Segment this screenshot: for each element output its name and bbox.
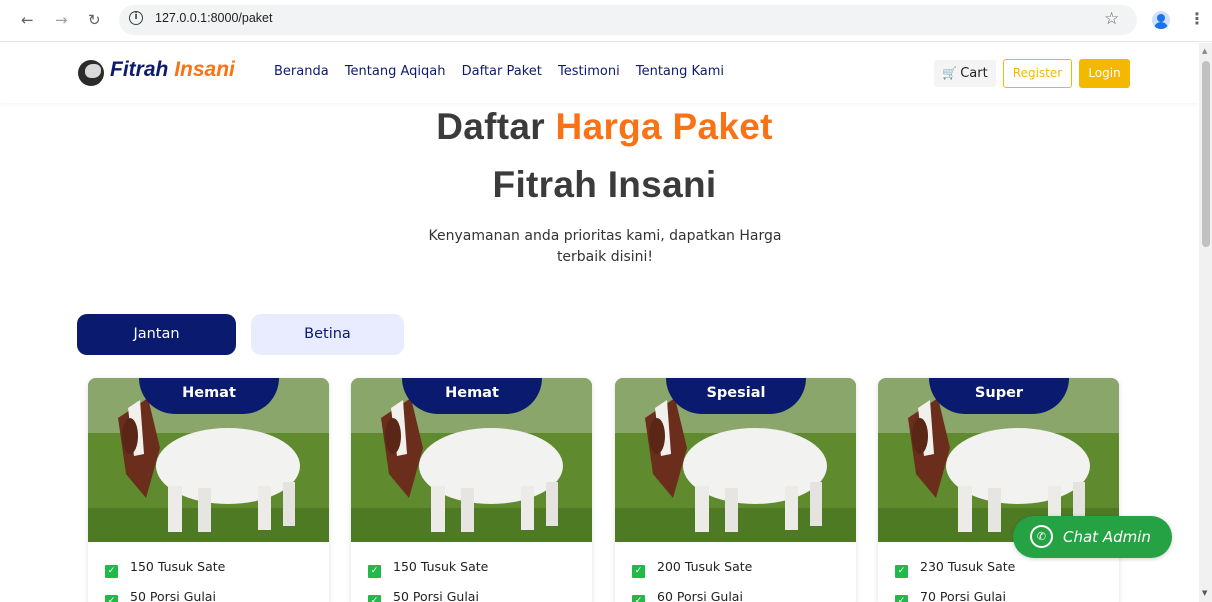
register-button[interactable]: Register	[1003, 59, 1072, 88]
package-badge: Super	[929, 378, 1069, 414]
back-icon[interactable]: ←	[21, 11, 34, 29]
checkbox-icon: ✓	[105, 595, 118, 602]
feature-item: ✓ 60 Porsi Gulai	[632, 589, 743, 602]
package-card[interactable]: Hemat ✓ 150 Tusuk Sate ✓ 50 Porsi Gulai	[351, 378, 592, 602]
logo-image[interactable]	[78, 60, 104, 86]
goat-photo: Hemat	[351, 378, 592, 542]
scroll-down-arrow-icon[interactable]: ▼	[1202, 589, 1207, 597]
address-bar[interactable]: i 127.0.0.1:8000/paket	[119, 5, 1137, 35]
page-title-dark: Daftar	[436, 106, 545, 147]
goat-photo: Hemat	[88, 378, 329, 542]
cart-label: Cart	[960, 66, 988, 81]
brand-name-part2: Insani	[174, 58, 235, 81]
nav-link-tentang-aqiqah[interactable]: Tentang Aqiqah	[345, 64, 446, 79]
login-button[interactable]: Login	[1079, 59, 1130, 88]
nav-link-beranda[interactable]: Beranda	[274, 64, 329, 79]
package-badge: Hemat	[139, 378, 279, 414]
browser-toolbar: ← → ↻ i 127.0.0.1:8000/paket ☆ ⋮	[0, 0, 1212, 42]
brand-logo[interactable]: Fitrah Insani	[110, 58, 235, 82]
site-navbar: Fitrah Insani Beranda Tentang Aqiqah Daf…	[0, 43, 1199, 103]
profile-icon[interactable]	[1152, 11, 1170, 29]
subtitle-line1: Kenyamanan anda prioritas kami, dapatkan…	[428, 228, 782, 244]
page-title-orange: Harga Paket	[555, 106, 773, 147]
cart-icon: 🛒	[942, 66, 958, 80]
package-card[interactable]: Spesial ✓ 200 Tusuk Sate ✓ 60 Porsi Gulai	[615, 378, 856, 602]
tab-jantan[interactable]: Jantan	[77, 314, 236, 355]
feature-item: ✓ 50 Porsi Gulai	[368, 589, 479, 602]
checkbox-icon: ✓	[105, 565, 118, 578]
feature-item: ✓ 230 Tusuk Sate	[895, 559, 1015, 578]
checkbox-icon: ✓	[368, 595, 381, 602]
page-title-line2: Fitrah Insani	[492, 164, 717, 205]
url-text[interactable]: 127.0.0.1:8000/paket	[155, 11, 272, 25]
nav-menu: Beranda Tentang Aqiqah Daftar Paket Test…	[274, 64, 736, 79]
whatsapp-icon: ✆	[1030, 525, 1053, 548]
chat-admin-button[interactable]: ✆ Chat Admin	[1013, 516, 1172, 558]
cart-button[interactable]: 🛒 Cart	[934, 60, 996, 87]
feature-item: ✓ 200 Tusuk Sate	[632, 559, 752, 578]
package-card[interactable]: Super ✓ 230 Tusuk Sate ✓ 70 Porsi Gulai	[878, 378, 1119, 602]
forward-icon[interactable]: →	[55, 11, 68, 29]
feature-item: ✓ 150 Tusuk Sate	[105, 559, 225, 578]
subtitle-line2: terbaik disini!	[556, 249, 654, 265]
reload-icon[interactable]: ↻	[88, 11, 101, 29]
info-icon[interactable]: i	[129, 11, 143, 25]
package-card[interactable]: Hemat ✓ 150 Tusuk Sate ✓ 50 Porsi Gulai	[88, 378, 329, 602]
feature-item: ✓ 70 Porsi Gulai	[895, 589, 1006, 602]
nav-link-daftar-paket[interactable]: Daftar Paket	[462, 64, 542, 79]
package-badge: Spesial	[666, 378, 806, 414]
brand-name-part1: Fitrah	[110, 58, 169, 81]
nav-link-tentang-kami[interactable]: Tentang Kami	[636, 64, 724, 79]
goat-photo: Spesial	[615, 378, 856, 542]
tab-betina[interactable]: Betina	[251, 314, 404, 355]
chat-admin-label: Chat Admin	[1063, 528, 1151, 546]
checkbox-icon: ✓	[632, 565, 645, 578]
page-viewport: Fitrah Insani Beranda Tentang Aqiqah Daf…	[0, 43, 1199, 602]
nav-link-testimoni[interactable]: Testimoni	[558, 64, 620, 79]
vertical-scrollbar[interactable]: ▲ ▼	[1199, 43, 1212, 602]
checkbox-icon: ✓	[368, 565, 381, 578]
scroll-up-arrow-icon[interactable]: ▲	[1202, 47, 1207, 55]
kebab-menu-icon[interactable]: ⋮	[1189, 9, 1205, 28]
checkbox-icon: ✓	[632, 595, 645, 602]
star-icon[interactable]: ☆	[1104, 9, 1119, 29]
checkbox-icon: ✓	[895, 565, 908, 578]
package-badge: Hemat	[402, 378, 542, 414]
page-subtitle: Kenyamanan anda prioritas kami, dapatkan…	[405, 226, 805, 268]
page-title: Daftar Harga Paket	[0, 106, 1199, 148]
scrollbar-thumb[interactable]	[1202, 61, 1210, 247]
feature-item: ✓ 150 Tusuk Sate	[368, 559, 488, 578]
checkbox-icon: ✓	[895, 595, 908, 602]
feature-item: ✓ 50 Porsi Gulai	[105, 589, 216, 602]
